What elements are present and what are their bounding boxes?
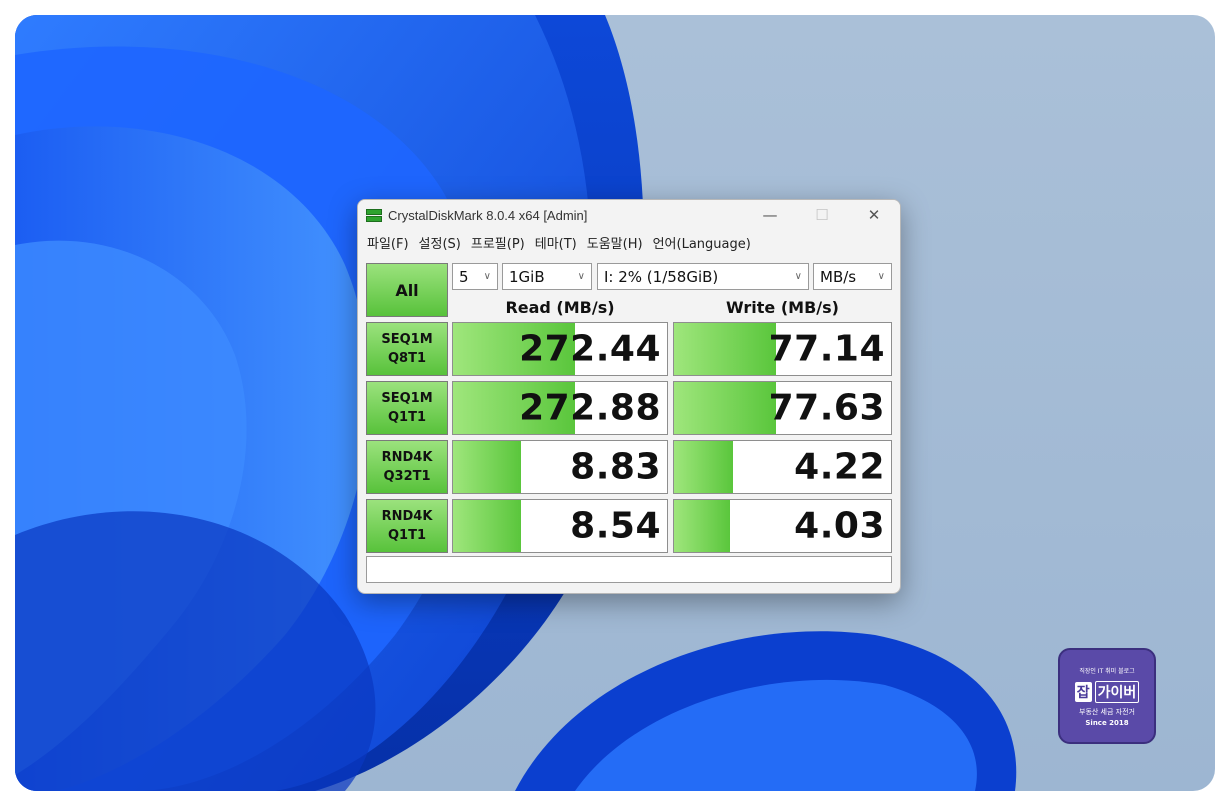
read-result-seq1m-q1t1: 272.88 [452,381,668,435]
comment-field[interactable] [366,556,892,583]
read-result-seq1m-q8t1: 272.44 [452,322,668,376]
chevron-down-icon: ∨ [483,271,491,282]
badge-name: 가이버 [1094,681,1140,703]
test-button-rnd4k-q32t1[interactable]: RND4K Q32T1 [366,440,448,494]
write-value: 77.63 [768,387,885,429]
write-bar [674,323,776,375]
menu-theme[interactable]: 테마(T) [530,233,582,252]
test-name: SEQ1M [381,391,433,406]
test-params: Q1T1 [387,528,426,543]
write-result-rnd4k-q32t1: 4.22 [673,440,892,494]
test-button-rnd4k-q1t1[interactable]: RND4K Q1T1 [366,499,448,553]
write-value: 4.03 [794,505,885,547]
menu-help[interactable]: 도움말(H) [582,233,648,252]
write-value: 4.22 [794,446,885,488]
title-bar[interactable]: CrystalDiskMark 8.0.4 x64 [Admin] — ☐ ✕ [358,200,900,230]
menu-settings[interactable]: 설정(S) [414,233,466,252]
disk-app-icon [366,207,382,223]
read-result-rnd4k-q32t1: 8.83 [452,440,668,494]
unit-value: MB/s [820,267,857,286]
badge-jam: 잡 [1074,682,1092,702]
badge-tagline: 직장인 IT 취미 블로그 [1079,668,1135,675]
write-result-seq1m-q1t1: 77.63 [673,381,892,435]
test-params: Q8T1 [387,351,426,366]
unit-select[interactable]: MB/s ∨ [813,263,892,290]
blog-logo-badge: 직장인 IT 취미 블로그 잡 가이버 부동산 세금 자전거 Since 201… [1058,648,1156,744]
menu-bar: 파일(F) 설정(S) 프로필(P) 테마(T) 도움말(H) 언어(Langu… [358,230,900,254]
drive-value: I: 2% (1/58GiB) [604,267,719,286]
menu-language[interactable]: 언어(Language) [648,233,756,252]
write-result-rnd4k-q1t1: 4.03 [673,499,892,553]
write-column-header: Write (MB/s) [726,298,839,317]
test-name: RND4K [381,450,433,465]
badge-since: Since 2018 [1085,719,1129,727]
test-name: SEQ1M [381,332,433,347]
window-title: CrystalDiskMark 8.0.4 x64 [Admin] [388,207,588,223]
write-result-seq1m-q8t1: 77.14 [673,322,892,376]
close-button[interactable]: ✕ [848,200,900,230]
read-result-rnd4k-q1t1: 8.54 [452,499,668,553]
write-bar [674,382,776,434]
read-value: 272.44 [519,328,661,370]
read-value: 272.88 [519,387,661,429]
read-value: 8.54 [570,505,661,547]
read-bar [453,441,522,493]
write-bar [674,441,733,493]
maximize-button[interactable]: ☐ [796,200,848,230]
menu-file[interactable]: 파일(F) [362,233,414,252]
read-value: 8.83 [570,446,661,488]
crystaldiskmark-window: CrystalDiskMark 8.0.4 x64 [Admin] — ☐ ✕ … [357,199,901,594]
test-button-seq1m-q1t1[interactable]: SEQ1M Q1T1 [366,381,448,435]
chevron-down-icon: ∨ [877,271,885,282]
read-bar [453,500,522,552]
chevron-down-icon: ∨ [794,271,802,282]
test-params: Q32T1 [383,469,431,484]
minimize-button[interactable]: — [744,200,796,230]
test-button-seq1m-q8t1[interactable]: SEQ1M Q8T1 [366,322,448,376]
count-select[interactable]: 5 ∨ [452,263,498,290]
read-column-header: Read (MB/s) [505,298,615,317]
test-name: RND4K [381,509,433,524]
write-value: 77.14 [768,328,885,370]
drive-select[interactable]: I: 2% (1/58GiB) ∨ [597,263,809,290]
badge-topics: 부동산 세금 자전거 [1079,708,1135,716]
all-button[interactable]: All [366,263,448,317]
chevron-down-icon: ∨ [577,271,585,282]
count-value: 5 [459,267,469,286]
write-bar [674,500,731,552]
size-value: 1GiB [509,267,545,286]
test-params: Q1T1 [387,410,426,425]
size-select[interactable]: 1GiB ∨ [502,263,592,290]
menu-profile[interactable]: 프로필(P) [466,233,530,252]
